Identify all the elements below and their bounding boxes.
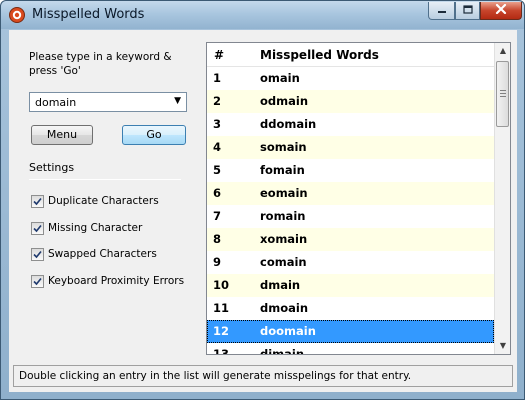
row-number: 3: [213, 117, 222, 131]
grip-line: [500, 90, 506, 91]
list-header: # Misspelled Words: [207, 43, 494, 67]
checkmark-icon: [33, 277, 42, 285]
window-title: Misspelled Words: [32, 7, 145, 22]
app-icon: [8, 6, 26, 24]
list-item[interactable]: 7 romain: [207, 205, 494, 228]
row-word: odmain: [260, 94, 309, 108]
row-number: 9: [213, 255, 222, 269]
menu-button[interactable]: Menu: [31, 125, 93, 145]
list-item[interactable]: 6 eomain: [207, 182, 494, 205]
client-area: Please type in a keyword & press 'Go' do…: [9, 30, 517, 392]
row-word: romain: [260, 209, 306, 223]
list-item[interactable]: 2 odmain: [207, 90, 494, 113]
option-keyboard-proximity-errors[interactable]: Keyboard Proximity Errors: [31, 273, 184, 289]
checkbox[interactable]: [31, 247, 44, 261]
keyword-combobox[interactable]: domain ▼: [29, 92, 187, 112]
row-word: eomain: [260, 186, 308, 200]
row-number: 4: [213, 140, 222, 154]
row-word: fomain: [260, 163, 305, 177]
list-item-selected[interactable]: 12 doomain: [207, 320, 494, 343]
row-word: dmoain: [260, 301, 309, 315]
column-header-word[interactable]: Misspelled Words: [260, 48, 379, 62]
list-item[interactable]: 5 fomain: [207, 159, 494, 182]
maximize-icon: [462, 4, 473, 17]
row-word: doomain: [260, 324, 316, 338]
keyword-value: domain: [35, 96, 77, 109]
title-bar[interactable]: Misspelled Words: [1, 1, 524, 29]
grip-line: [500, 93, 506, 94]
close-button[interactable]: [480, 2, 522, 20]
status-text: Double clicking an entry in the list wil…: [19, 370, 412, 382]
row-word: dimain: [260, 347, 305, 355]
row-word: comain: [260, 255, 307, 269]
row-number: 2: [213, 94, 222, 108]
keyword-prompt: Please type in a keyword & press 'Go': [29, 51, 172, 77]
row-number: 5: [213, 163, 222, 177]
checkbox[interactable]: [31, 194, 44, 208]
chevron-down-icon[interactable]: ▼: [174, 96, 181, 106]
row-number: 6: [213, 186, 222, 200]
checkmark-icon: [33, 197, 42, 205]
scroll-down-icon[interactable]: ▼: [495, 338, 510, 354]
misspelled-words-list[interactable]: # Misspelled Words 1 omain 2 odmain 3 ddoma…: [206, 42, 511, 355]
row-number: 11: [213, 301, 230, 315]
option-label: Keyboard Proximity Errors: [48, 275, 185, 287]
list-item[interactable]: 9 comain: [207, 251, 494, 274]
list-item[interactable]: 10 dmain: [207, 274, 494, 297]
go-button[interactable]: Go: [122, 125, 186, 145]
option-label: Swapped Characters: [48, 248, 157, 260]
checkmark-icon: [33, 224, 42, 232]
row-number: 8: [213, 232, 222, 246]
maximize-button[interactable]: [455, 2, 480, 20]
option-label: Missing Character: [48, 222, 143, 234]
list-item[interactable]: 4 somain: [207, 136, 494, 159]
list-item[interactable]: 8 xomain: [207, 228, 494, 251]
checkbox[interactable]: [31, 221, 44, 235]
row-number: 13: [213, 347, 230, 355]
minimize-button[interactable]: [428, 2, 455, 20]
row-word: ddomain: [260, 117, 317, 131]
option-duplicate-characters[interactable]: Duplicate Characters: [31, 193, 159, 209]
list-rows: 1 omain 2 odmain 3 ddomain 4 somain 5 fomain …: [207, 67, 494, 355]
list-item[interactable]: 3 ddomain: [207, 113, 494, 136]
minimize-icon: [437, 4, 447, 17]
settings-divider: [29, 179, 181, 180]
scroll-thumb[interactable]: [496, 61, 509, 127]
scroll-up-icon[interactable]: ▲: [495, 43, 510, 59]
list-item[interactable]: 11 dmoain: [207, 297, 494, 320]
grip-line: [500, 96, 506, 97]
list-item[interactable]: 13 dimain: [207, 343, 494, 355]
row-word: somain: [260, 140, 307, 154]
app-window: Misspelled Words Please type in a keywor…: [0, 0, 525, 400]
row-word: omain: [260, 71, 300, 85]
row-number: 10: [213, 278, 230, 292]
row-number: 12: [213, 324, 230, 338]
vertical-scrollbar[interactable]: ▲ ▼: [494, 43, 510, 354]
checkbox[interactable]: [31, 274, 44, 288]
row-word: xomain: [260, 232, 308, 246]
list-item[interactable]: 1 omain: [207, 67, 494, 90]
option-swapped-characters[interactable]: Swapped Characters: [31, 246, 157, 262]
row-number: 1: [213, 71, 222, 85]
close-icon: [495, 3, 507, 17]
row-number: 7: [213, 209, 222, 223]
option-label: Duplicate Characters: [48, 195, 159, 207]
row-word: dmain: [260, 278, 301, 292]
option-missing-character[interactable]: Missing Character: [31, 220, 142, 236]
status-bar: Double clicking an entry in the list wil…: [13, 365, 513, 387]
checkmark-icon: [33, 250, 42, 258]
settings-heading: Settings: [29, 161, 75, 174]
column-header-number[interactable]: #: [214, 48, 224, 62]
